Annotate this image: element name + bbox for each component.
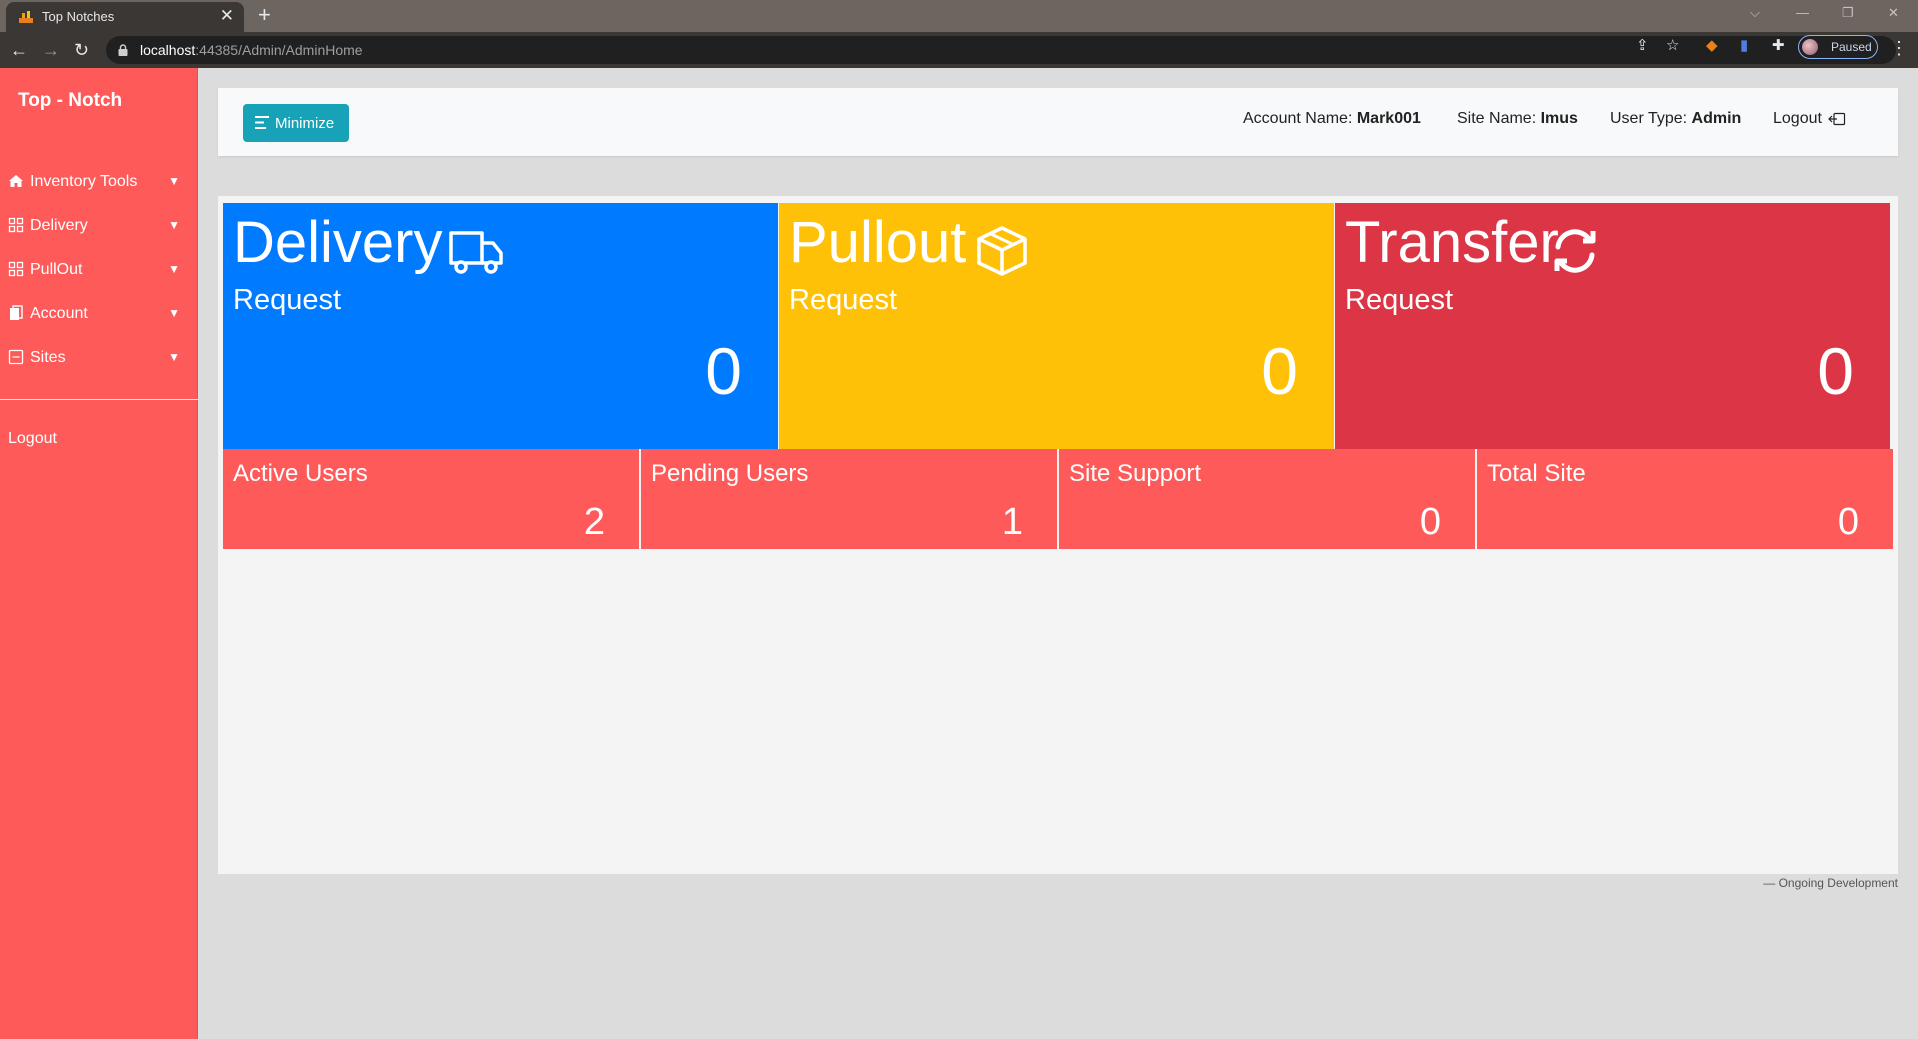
site-name-value: Imus <box>1540 110 1578 127</box>
sidebar-item-label: Sites <box>30 349 66 366</box>
window-minimize-icon[interactable]: — <box>1796 5 1809 20</box>
card-subtitle: Request <box>233 284 342 316</box>
stat-label: Active Users <box>233 460 368 487</box>
site-name-info: Site Name: Imus <box>1457 110 1578 128</box>
dashboard-content: Delivery Request 0 Pullout Request 0 Tra… <box>218 196 1898 874</box>
minimize-label: Minimize <box>275 115 335 132</box>
documents-icon <box>10 305 23 320</box>
sidebar-item-pullout[interactable]: PullOut ▼ <box>8 257 184 283</box>
card-title: Pullout <box>789 210 967 275</box>
bookmark-star-icon[interactable]: ☆ <box>1666 38 1679 54</box>
sidebar-item-label: Account <box>30 305 88 322</box>
caret-down-icon: ▼ <box>168 262 180 276</box>
stat-value: 1 <box>1001 501 1023 543</box>
address-bar[interactable]: localhost:44385/Admin/AdminHome <box>106 36 1896 64</box>
forward-arrow-icon[interactable]: → <box>42 38 60 62</box>
url-host: localhost <box>140 42 196 58</box>
extension-b-icon[interactable]: ▮ <box>1740 38 1748 54</box>
site-support-card[interactable]: Site Support 0 <box>1059 449 1475 549</box>
back-arrow-icon[interactable]: ← <box>10 38 28 62</box>
tab-search-icon[interactable]: ⌵ <box>1750 5 1760 21</box>
sidebar-item-inventory-tools[interactable]: Inventory Tools ▼ <box>8 169 184 195</box>
square-minus-icon <box>8 349 24 365</box>
account-name-value: Mark001 <box>1356 110 1421 127</box>
stat-value: 2 <box>583 501 605 543</box>
sidebar-item-sites[interactable]: Sites ▼ <box>8 345 184 371</box>
browser-toolbar: ← → ↻ localhost:44385/Admin/AdminHome ⇪ … <box>0 32 1918 68</box>
browser-tab-strip: Top Notches ✕ + ⌵ — ❐ ✕ <box>0 0 1918 32</box>
reload-icon[interactable]: ↻ <box>74 38 89 62</box>
new-tab-button[interactable]: + <box>258 2 271 28</box>
tab-title: Top Notches <box>42 9 115 24</box>
sidebar-item-label: Delivery <box>30 217 88 234</box>
align-left-icon <box>255 116 269 129</box>
sidebar-item-account[interactable]: Account ▼ <box>8 301 184 327</box>
browser-tab[interactable]: Top Notches ✕ <box>6 2 244 32</box>
top-navbar: Minimize Account Name: Mark001 Site Name… <box>218 88 1898 156</box>
avatar <box>1802 39 1818 55</box>
refresh-icon <box>1554 229 1596 273</box>
card-title: Delivery <box>233 210 443 275</box>
close-tab-icon[interactable]: ✕ <box>220 6 234 26</box>
account-name-label: Account Name: <box>1243 110 1353 127</box>
logout-icon[interactable] <box>1828 112 1846 126</box>
user-type-value: Admin <box>1691 110 1742 127</box>
url-path: :44385/Admin/AdminHome <box>195 42 363 58</box>
extensions-puzzle-icon[interactable]: ✚ <box>1772 38 1785 54</box>
grid-icon <box>8 261 24 277</box>
footer-note: — Ongoing Development <box>1763 876 1898 890</box>
stat-label: Pending Users <box>651 460 809 487</box>
card-subtitle: Request <box>1345 284 1454 316</box>
sidebar-logout-link[interactable]: Logout <box>8 430 57 448</box>
active-users-card[interactable]: Active Users 2 <box>223 449 639 549</box>
user-type-info: User Type: Admin <box>1610 110 1741 128</box>
sidebar-divider <box>0 399 198 400</box>
stat-label: Total Site <box>1487 460 1586 487</box>
sidebar-item-delivery[interactable]: Delivery ▼ <box>8 213 184 239</box>
caret-down-icon: ▼ <box>168 218 180 232</box>
browser-menu-icon[interactable]: ⋮ <box>1890 38 1908 58</box>
card-title: Transfer <box>1345 210 1559 275</box>
stat-value: 0 <box>1837 501 1859 543</box>
delivery-request-card[interactable]: Delivery Request 0 <box>223 203 778 449</box>
metamask-extension-icon[interactable]: ◆ <box>1706 38 1718 54</box>
truck-icon <box>449 231 503 274</box>
home-icon <box>9 175 23 187</box>
brand-title[interactable]: Top - Notch <box>18 90 122 112</box>
sidebar: Top - Notch Inventory Tools ▼ Delivery ▼… <box>0 68 198 1039</box>
total-site-card[interactable]: Total Site 0 <box>1477 449 1893 549</box>
user-type-label: User Type: <box>1610 110 1688 127</box>
pending-users-card[interactable]: Pending Users 1 <box>641 449 1057 549</box>
site-name-label: Site Name: <box>1457 110 1537 127</box>
transfer-request-card[interactable]: Transfer Request 0 <box>1335 203 1890 449</box>
pullout-request-card[interactable]: Pullout Request 0 <box>779 203 1334 449</box>
window-restore-icon[interactable]: ❐ <box>1842 5 1854 21</box>
window-close-icon[interactable]: ✕ <box>1888 5 1899 21</box>
url-text: localhost:44385/Admin/AdminHome <box>140 42 363 58</box>
card-count: 0 <box>1261 334 1298 408</box>
sidebar-item-label: Inventory Tools <box>30 173 138 190</box>
card-count: 0 <box>705 334 742 408</box>
grid-icon <box>8 217 24 233</box>
card-count: 0 <box>1817 334 1854 408</box>
card-subtitle: Request <box>789 284 898 316</box>
stat-value: 0 <box>1419 501 1441 543</box>
share-icon[interactable]: ⇪ <box>1636 38 1649 54</box>
stat-label: Site Support <box>1069 460 1202 487</box>
sidebar-item-label: PullOut <box>30 261 83 278</box>
caret-down-icon: ▼ <box>168 306 180 320</box>
profile-button[interactable]: Paused <box>1798 35 1878 59</box>
caret-down-icon: ▼ <box>168 174 180 188</box>
account-name-info: Account Name: Mark001 <box>1243 110 1421 128</box>
site-favicon-icon <box>19 11 33 23</box>
lock-icon <box>118 44 128 56</box>
minimize-button[interactable]: Minimize <box>243 104 349 142</box>
caret-down-icon: ▼ <box>168 350 180 364</box>
profile-status: Paused <box>1831 40 1872 54</box>
box-icon <box>977 226 1027 276</box>
header-logout-link[interactable]: Logout <box>1773 110 1822 128</box>
